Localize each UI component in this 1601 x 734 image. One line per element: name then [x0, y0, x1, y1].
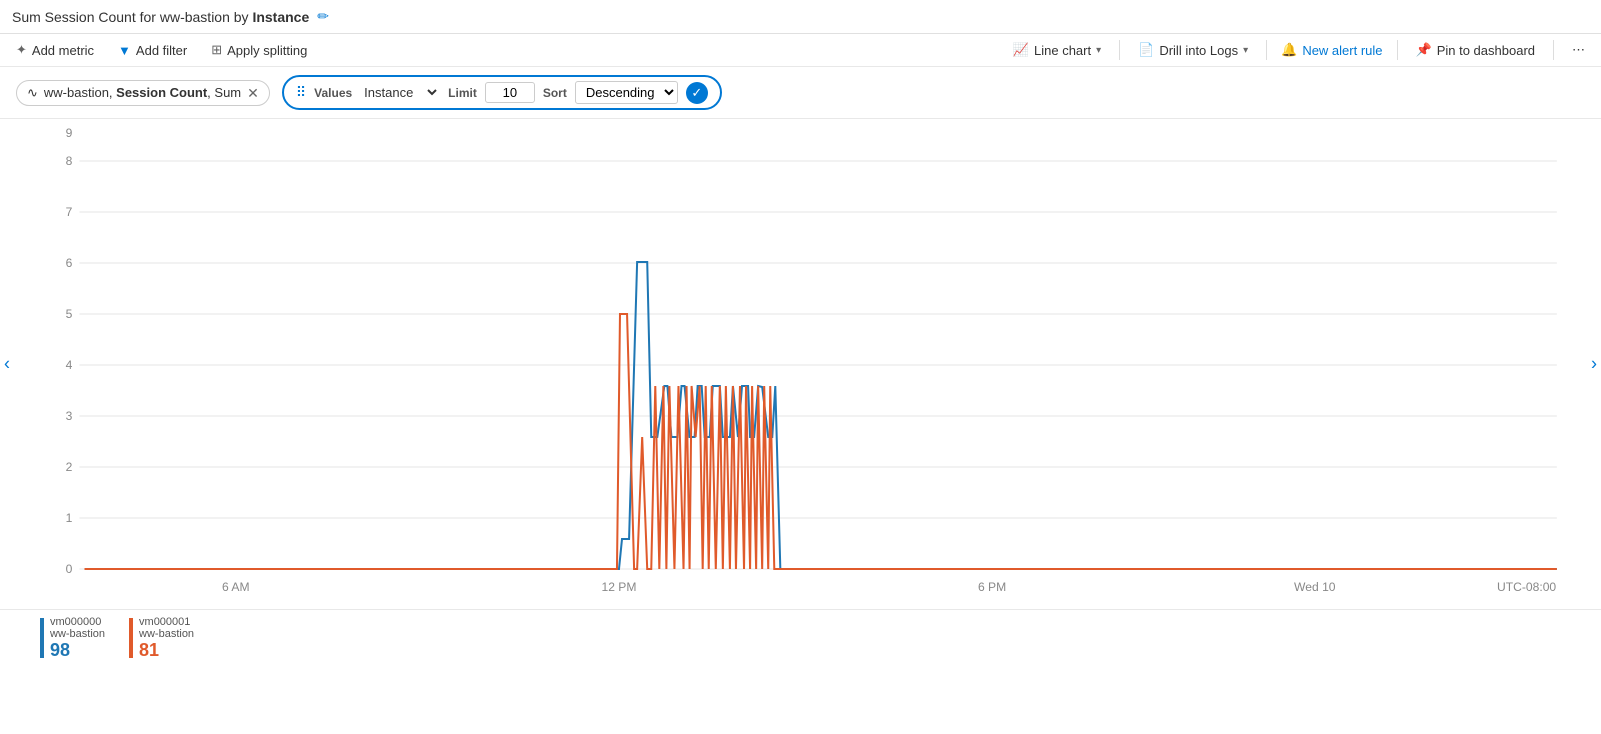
svg-text:3: 3	[66, 409, 73, 423]
svg-text:2: 2	[66, 460, 73, 474]
more-options-button[interactable]: ⋯	[1568, 40, 1589, 60]
page-title: Sum Session Count for ww-bastion by Inst…	[12, 9, 309, 25]
chart-svg-container: 0 1 2 3 4 5 6 7 8 9 6 AM 12 PM 6 PM Wed …	[24, 119, 1577, 609]
svg-text:UTC-08:00: UTC-08:00	[1497, 580, 1556, 594]
split-config-panel: ⠿ Values Instance Limit Sort Ascending D…	[282, 75, 722, 110]
chart-svg: 0 1 2 3 4 5 6 7 8 9 6 AM 12 PM 6 PM Wed …	[24, 119, 1577, 609]
legend-name2-vm000000: ww-bastion	[50, 628, 105, 640]
checkmark-icon: ✓	[691, 85, 702, 101]
apply-splitting-icon: ⊞	[211, 42, 222, 58]
chart-nav-left-button[interactable]: ‹	[4, 354, 10, 375]
line-chart-label: Line chart	[1034, 43, 1091, 58]
title-area: Sum Session Count for ww-bastion by Inst…	[12, 8, 329, 25]
legend-item-vm000000: vm000000 ww-bastion 98	[40, 616, 105, 661]
split-dots-icon: ⠿	[296, 84, 306, 101]
drill-logs-label: Drill into Logs	[1159, 43, 1238, 58]
new-alert-label: New alert rule	[1302, 43, 1382, 58]
toolbar-divider-1	[1119, 40, 1120, 60]
remove-metric-button[interactable]: ✕	[247, 86, 259, 100]
splitting-area: ∿ ww-bastion, Session Count, Sum ✕ ⠿ Val…	[0, 67, 1601, 119]
chart-area: ‹ › 0 1 2 3	[0, 119, 1601, 609]
legend-info-vm000001: vm000001 ww-bastion 81	[139, 616, 194, 661]
limit-label: Limit	[448, 86, 477, 100]
svg-text:12 PM: 12 PM	[601, 580, 636, 594]
toolbar-divider-4	[1553, 40, 1554, 60]
toolbar-left: ✦ Add metric ▼ Add filter ⊞ Apply splitt…	[12, 40, 993, 60]
svg-text:6: 6	[66, 256, 73, 270]
svg-text:5: 5	[66, 307, 73, 321]
add-filter-icon: ▼	[118, 43, 131, 58]
svg-text:1: 1	[66, 511, 73, 525]
title-bold: Instance	[252, 9, 309, 25]
svg-text:4: 4	[66, 358, 73, 372]
legend-value-vm000001: 81	[139, 640, 194, 661]
add-metric-label: Add metric	[32, 43, 94, 58]
legend-area: vm000000 ww-bastion 98 vm000001 ww-basti…	[0, 609, 1601, 667]
sort-label: Sort	[543, 86, 567, 100]
drill-logs-chevron: ▾	[1243, 45, 1248, 56]
svg-text:6 AM: 6 AM	[222, 580, 250, 594]
chart-line-vm000001	[85, 314, 1557, 569]
pin-icon: 📌	[1416, 42, 1432, 58]
apply-splitting-label: Apply splitting	[227, 43, 307, 58]
svg-text:7: 7	[66, 205, 73, 219]
values-label: Values	[314, 86, 352, 100]
sort-dropdown[interactable]: Ascending Descending	[575, 81, 678, 104]
add-filter-button[interactable]: ▼ Add filter	[114, 41, 191, 60]
legend-color-vm000001	[129, 618, 133, 658]
line-chart-chevron: ▾	[1096, 45, 1101, 56]
title-bar: Sum Session Count for ww-bastion by Inst…	[0, 0, 1601, 34]
apply-splitting-button[interactable]: ⊞ Apply splitting	[207, 40, 311, 60]
line-chart-button[interactable]: 📈 Line chart ▾	[1009, 40, 1105, 60]
new-alert-icon: 🔔	[1281, 42, 1297, 58]
toolbar: ✦ Add metric ▼ Add filter ⊞ Apply splitt…	[0, 34, 1601, 67]
legend-name1-vm000001: vm000001	[139, 616, 194, 628]
drill-logs-button[interactable]: 📄 Drill into Logs ▾	[1134, 40, 1252, 60]
legend-value-vm000000: 98	[50, 640, 105, 661]
toolbar-divider-3	[1397, 40, 1398, 60]
more-options-icon: ⋯	[1572, 42, 1585, 58]
svg-text:0: 0	[66, 562, 73, 576]
add-metric-button[interactable]: ✦ Add metric	[12, 40, 98, 60]
pin-dashboard-button[interactable]: 📌 Pin to dashboard	[1412, 40, 1539, 60]
toolbar-divider-2	[1266, 40, 1267, 60]
legend-name1-vm000000: vm000000	[50, 616, 105, 628]
legend-color-vm000000	[40, 618, 44, 658]
toolbar-right: 📈 Line chart ▾ 📄 Drill into Logs ▾ 🔔 New…	[1009, 40, 1589, 60]
pin-label: Pin to dashboard	[1437, 43, 1535, 58]
line-chart-icon: 📈	[1013, 42, 1029, 58]
metric-pill: ∿ ww-bastion, Session Count, Sum ✕	[16, 80, 270, 106]
svg-text:8: 8	[66, 154, 73, 168]
new-alert-rule-button[interactable]: 🔔 New alert rule	[1281, 42, 1382, 58]
legend-item-vm000001: vm000001 ww-bastion 81	[129, 616, 194, 661]
metric-text: ww-bastion, Session Count, Sum	[44, 85, 241, 100]
svg-text:6 PM: 6 PM	[978, 580, 1006, 594]
add-filter-label: Add filter	[136, 43, 187, 58]
drill-logs-icon: 📄	[1138, 42, 1154, 58]
wave-icon: ∿	[27, 85, 38, 101]
legend-info-vm000000: vm000000 ww-bastion 98	[50, 616, 105, 661]
svg-text:9: 9	[66, 126, 73, 140]
edit-title-icon[interactable]: ✏	[317, 8, 329, 25]
values-dropdown[interactable]: Instance	[360, 84, 440, 101]
legend-name2-vm000001: ww-bastion	[139, 628, 194, 640]
chart-nav-right-button[interactable]: ›	[1591, 354, 1597, 375]
add-metric-icon: ✦	[16, 42, 27, 58]
confirm-split-button[interactable]: ✓	[686, 82, 708, 104]
svg-text:Wed 10: Wed 10	[1294, 580, 1336, 594]
limit-input[interactable]	[485, 82, 535, 103]
